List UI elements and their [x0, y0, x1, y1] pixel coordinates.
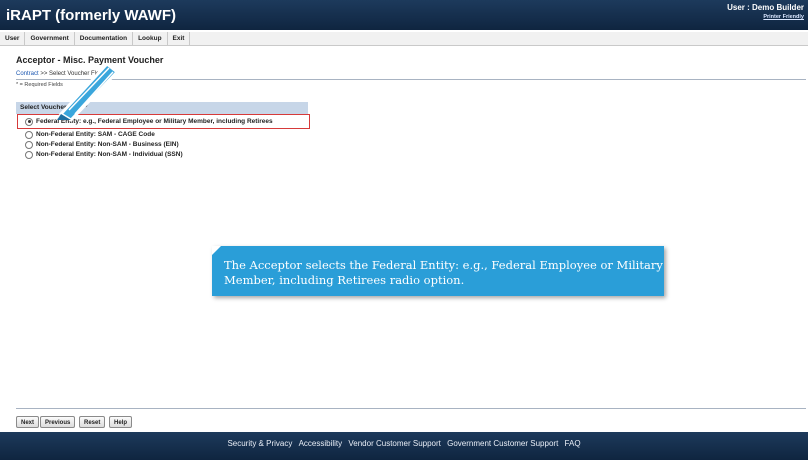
menu-item-documentation[interactable]: Documentation	[75, 32, 134, 45]
footer: Security & Privacy Accessibility Vendor …	[0, 432, 808, 460]
callout-fold	[212, 246, 221, 255]
footer-link-security[interactable]: Security & Privacy	[227, 439, 292, 448]
printer-friendly-link[interactable]: Printer Friendly	[763, 14, 804, 20]
footer-link-faq[interactable]: FAQ	[565, 439, 581, 448]
option-label: Non-Federal Entity: Non-SAM - Business (…	[36, 141, 179, 148]
divider	[16, 408, 806, 409]
footer-link-accessibility[interactable]: Accessibility	[299, 439, 343, 448]
previous-button[interactable]: Previous	[40, 416, 76, 428]
app-header: iRAPT (formerly WAWF) User : Demo Builde…	[0, 0, 808, 30]
menu-item-lookup[interactable]: Lookup	[133, 32, 168, 45]
radio-button[interactable]	[25, 150, 33, 159]
menu-item-exit[interactable]: Exit	[168, 32, 191, 45]
instruction-callout: The Acceptor selects the Federal Entity:…	[212, 246, 664, 296]
pencil-pointer-icon	[57, 61, 120, 122]
option-label: Non-Federal Entity: Non-SAM - Individual…	[36, 151, 183, 158]
next-button[interactable]: Next	[16, 416, 40, 428]
help-button[interactable]: Help	[109, 416, 133, 428]
app-title: iRAPT (formerly WAWF)	[6, 7, 177, 24]
option-non-sam-individual[interactable]: Non-Federal Entity: Non-SAM - Individual…	[25, 150, 183, 159]
option-sam-cage[interactable]: Non-Federal Entity: SAM - CAGE Code	[25, 130, 155, 139]
menu-item-government[interactable]: Government	[25, 32, 75, 45]
menu-bar: User Government Documentation Lookup Exi…	[0, 32, 808, 46]
user-label: User : Demo Builder	[727, 3, 804, 12]
reset-button[interactable]: Reset	[79, 416, 106, 428]
divider	[16, 79, 806, 80]
footer-links: Security & Privacy Accessibility Vendor …	[0, 439, 808, 448]
menu-item-user[interactable]: User	[0, 32, 26, 45]
breadcrumb-contract-link[interactable]: Contract	[16, 71, 39, 77]
footer-link-government-support[interactable]: Government Customer Support	[447, 439, 558, 448]
option-non-sam-business[interactable]: Non-Federal Entity: Non-SAM - Business (…	[25, 140, 179, 149]
radio-button[interactable]	[25, 130, 33, 139]
option-label: Non-Federal Entity: SAM - CAGE Code	[36, 131, 155, 138]
radio-button[interactable]	[25, 140, 33, 149]
footer-link-vendor-support[interactable]: Vendor Customer Support	[348, 439, 441, 448]
